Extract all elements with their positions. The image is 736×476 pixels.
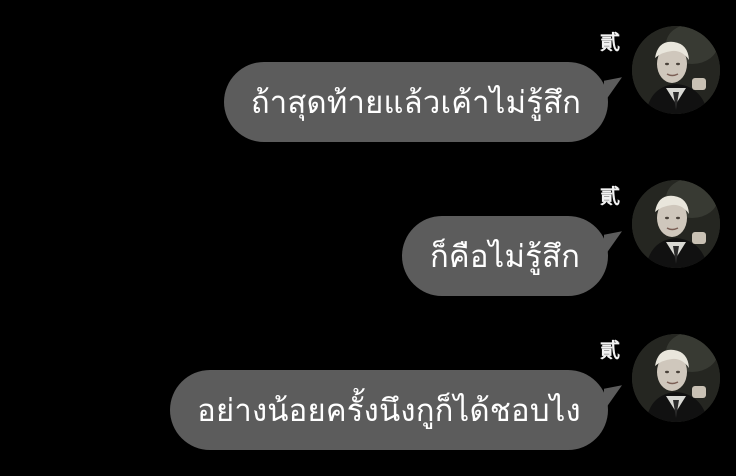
user-avatar-photo-icon (632, 180, 720, 268)
message-bubble[interactable]: ก็คือไม่รู้สึก (402, 216, 608, 296)
avatar[interactable] (632, 180, 720, 268)
avatar[interactable] (632, 26, 720, 114)
message-text: ก็คือไม่รู้สึก (429, 239, 581, 275)
message-item: 貳 ก็คือไม่รู้สึก (0, 174, 736, 304)
avatar[interactable] (632, 334, 720, 422)
message-item: 貳 อย่างน้อยครั้งนึงกูก็ได้ชอบไง (0, 328, 736, 458)
sender-name: 貳 (600, 30, 620, 54)
chat-thread: 貳 ถ้าสุดท้ายแล้วเค้าไม่รู้สึก 貳 ก็คือไม่… (0, 0, 736, 476)
message-text: อย่างน้อยครั้งนึงกูก็ได้ชอบไง (197, 393, 581, 429)
user-avatar-photo-icon (632, 334, 720, 422)
message-item: 貳 ถ้าสุดท้ายแล้วเค้าไม่รู้สึก (0, 20, 736, 150)
user-avatar-photo-icon (632, 26, 720, 114)
sender-name: 貳 (600, 184, 620, 208)
message-text: ถ้าสุดท้ายแล้วเค้าไม่รู้สึก (250, 85, 582, 121)
message-bubble[interactable]: ถ้าสุดท้ายแล้วเค้าไม่รู้สึก (224, 62, 608, 142)
message-bubble[interactable]: อย่างน้อยครั้งนึงกูก็ได้ชอบไง (170, 370, 608, 450)
sender-name: 貳 (600, 338, 620, 362)
